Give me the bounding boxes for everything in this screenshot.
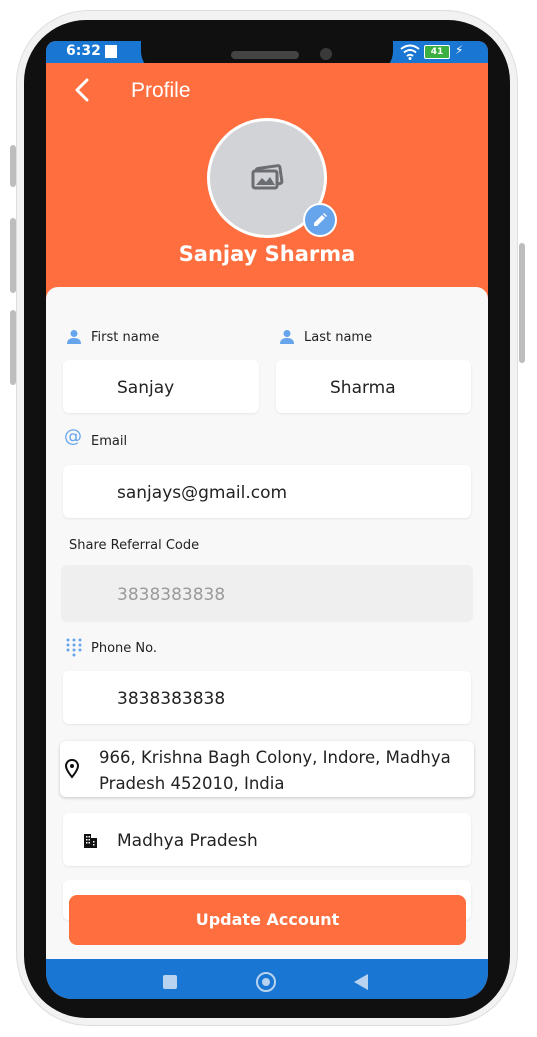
update-account-button[interactable]: Update Account — [69, 895, 466, 945]
address-field[interactable]: 966, Krishna Bagh Colony, Indore, Madhya… — [60, 741, 474, 797]
android-nav-bar — [46, 959, 488, 999]
location-pin-icon — [65, 759, 79, 779]
app-screen: 6:32 41 ⚡ Profile Sanjay Sharma First na… — [46, 41, 488, 999]
email-label: Email — [91, 434, 128, 449]
battery-icon: 41 — [424, 45, 450, 59]
phone-label: Phone No. — [91, 641, 157, 656]
at-sign-icon: @ — [64, 426, 82, 447]
image-placeholder-icon — [251, 164, 284, 190]
address-line-2: Pradesh 452010, India — [99, 774, 285, 793]
last-name-label: Last name — [304, 330, 373, 345]
phone-side-button — [10, 218, 16, 293]
phone-side-button — [519, 243, 525, 363]
state-field[interactable]: Madhya Pradesh — [63, 813, 471, 866]
back-triangle-icon[interactable] — [353, 973, 369, 991]
phone-value: 3838383838 — [117, 689, 226, 709]
address-value: 966, Krishna Bagh Colony, Indore, Madhya… — [99, 745, 469, 797]
person-icon — [67, 330, 81, 344]
email-value: sanjays@gmail.com — [117, 483, 288, 503]
dialpad-icon — [66, 638, 82, 657]
home-icon-dot — [262, 978, 270, 986]
profile-form: First name Sanjay Last name Sharma @ Ema… — [46, 287, 488, 967]
last-name-field[interactable]: Sharma — [276, 360, 471, 413]
front-camera — [320, 48, 332, 60]
last-name-value: Sharma — [330, 378, 396, 398]
home-icon[interactable] — [256, 972, 276, 992]
referral-code-value: 3838383838 — [117, 585, 226, 605]
notification-icon — [105, 45, 117, 58]
referral-code-field: 3838383838 — [61, 565, 473, 622]
chevron-left-icon[interactable] — [74, 78, 90, 102]
edit-avatar-button[interactable] — [303, 203, 337, 237]
pencil-icon — [314, 213, 327, 226]
first-name-label: First name — [91, 330, 160, 345]
profile-header: Profile Sanjay Sharma — [46, 63, 488, 303]
status-time: 6:32 — [66, 43, 101, 59]
address-line-1: 966, Krishna Bagh Colony, Indore, Madhya — [99, 748, 451, 767]
building-icon — [84, 834, 97, 848]
person-icon — [280, 330, 294, 344]
charging-icon: ⚡ — [455, 43, 464, 57]
state-value: Madhya Pradesh — [117, 831, 258, 851]
wifi-icon — [400, 44, 420, 60]
referral-label: Share Referral Code — [69, 538, 200, 553]
page-title: Profile — [131, 79, 191, 102]
speaker-grille — [231, 51, 299, 59]
email-field[interactable]: sanjays@gmail.com — [63, 465, 471, 518]
phone-side-button — [10, 145, 16, 187]
battery-level: 41 — [430, 47, 444, 57]
recents-icon[interactable] — [163, 975, 177, 989]
first-name-field[interactable]: Sanjay — [63, 360, 259, 413]
first-name-value: Sanjay — [117, 378, 175, 398]
phone-side-button — [10, 310, 16, 385]
phone-field[interactable]: 3838383838 — [63, 671, 471, 724]
profile-name: Sanjay Sharma — [178, 242, 356, 266]
